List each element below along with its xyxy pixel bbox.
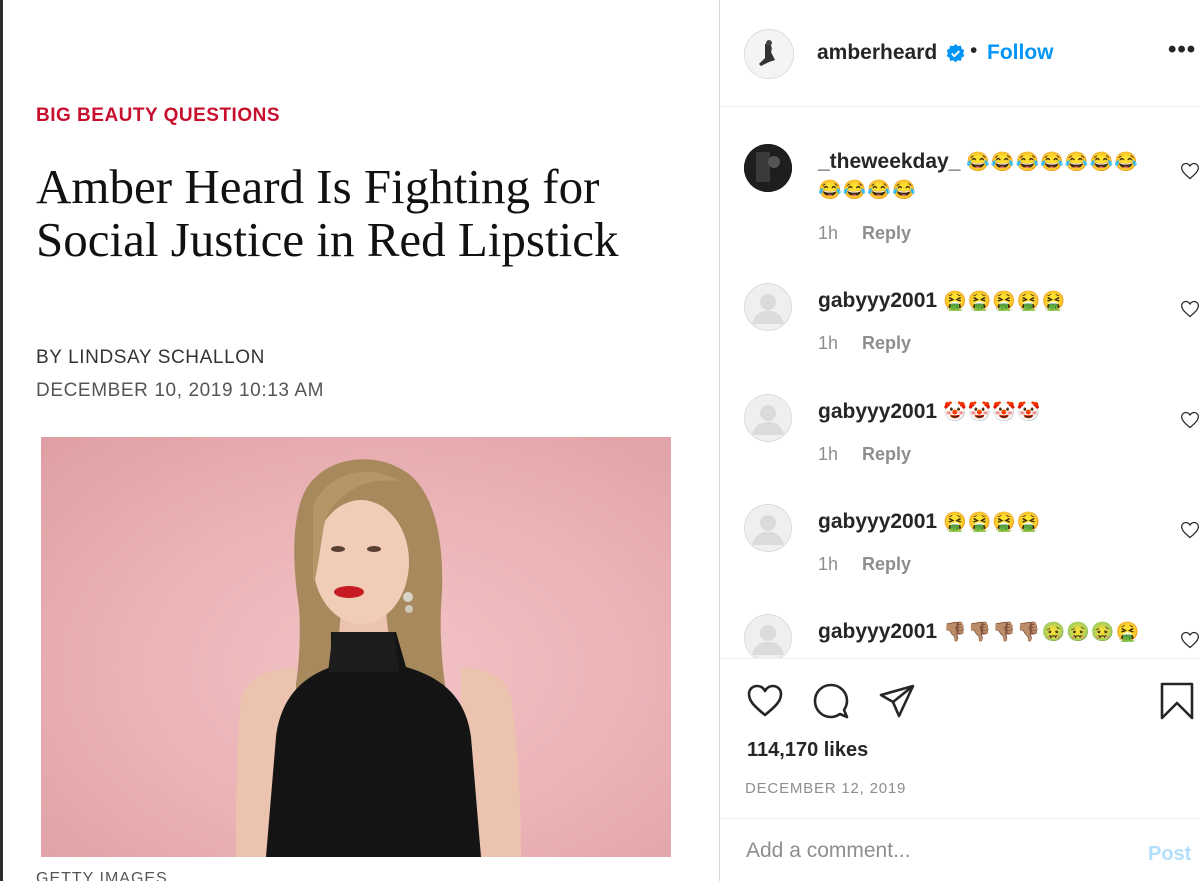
- comment-body: gabyyy2001 🤡🤡🤡🤡: [818, 398, 1148, 426]
- comment-body: gabyyy2001 🤮🤮🤮🤮🤮: [818, 287, 1148, 315]
- comment-text: 🤮🤮🤮🤮: [942, 512, 1042, 533]
- reply-button[interactable]: Reply: [862, 444, 911, 464]
- comment-text: 🤮🤮🤮🤮🤮: [942, 291, 1067, 312]
- post-comment-button[interactable]: Post: [1148, 843, 1191, 866]
- comment-like-heart-icon[interactable]: [1180, 630, 1200, 650]
- comment-composer: Post: [720, 818, 1200, 881]
- verified-badge-icon: [946, 44, 965, 63]
- comment-like-heart-icon[interactable]: [1180, 520, 1200, 540]
- comment-item: gabyyy2001 👎🏽👎🏽👎🏽👎🏽🤢🤢🤢🤮: [720, 614, 1200, 658]
- window-edge: [0, 0, 3, 881]
- comment-item: gabyyy2001 🤮🤮🤮🤮🤮 1h Reply: [720, 283, 1200, 393]
- comment-item: gabyyy2001 🤡🤡🤡🤡 1h Reply: [720, 394, 1200, 504]
- comment-username[interactable]: gabyyy2001: [818, 289, 937, 312]
- comment-text: 👎🏽👎🏽👎🏽👎🏽🤢🤢🤢🤮: [942, 622, 1141, 643]
- comment-meta: 1h Reply: [818, 333, 911, 354]
- reply-button[interactable]: Reply: [862, 333, 911, 353]
- add-comment-input[interactable]: [746, 839, 1126, 863]
- comment-time[interactable]: 1h: [818, 444, 838, 464]
- comment-time[interactable]: 1h: [818, 333, 838, 353]
- article-headline: Amber Heard Is Fighting for Social Justi…: [36, 159, 619, 267]
- comment-time[interactable]: 1h: [818, 554, 838, 574]
- comment-username[interactable]: _theweekday_: [818, 150, 960, 173]
- comment-body: gabyyy2001 🤮🤮🤮🤮: [818, 508, 1148, 536]
- comment-meta: 1h Reply: [818, 444, 911, 465]
- comment-like-heart-icon[interactable]: [1180, 299, 1200, 319]
- comment-item: gabyyy2001 🤮🤮🤮🤮 1h Reply: [720, 504, 1200, 614]
- comment-meta: 1h Reply: [818, 223, 911, 244]
- follow-button[interactable]: Follow: [987, 41, 1054, 65]
- comment-username[interactable]: gabyyy2001: [818, 620, 937, 643]
- article-byline: BY LINDSAY SCHALLON: [36, 347, 265, 368]
- comment-item: _theweekday_ 😂😂😂😂😂😂😂😂😂😂😂 1h Reply: [720, 144, 1200, 254]
- post-image: BIG BEAUTY QUESTIONS Amber Heard Is Figh…: [0, 0, 719, 881]
- comment-username[interactable]: gabyyy2001: [818, 400, 937, 423]
- photo-credit: GETTY IMAGES: [36, 870, 168, 881]
- comment-bubble-icon[interactable]: [811, 681, 851, 721]
- paper-plane-icon[interactable]: [877, 681, 917, 721]
- reply-button[interactable]: Reply: [862, 554, 911, 574]
- bookmark-icon[interactable]: [1157, 681, 1197, 721]
- default-avatar-icon: [745, 505, 791, 551]
- portrait-illustration: [236, 459, 521, 857]
- author-avatar-image: [745, 30, 793, 78]
- comment-body: _theweekday_ 😂😂😂😂😂😂😂😂😂😂😂: [818, 148, 1148, 204]
- default-avatar-icon: [745, 284, 791, 330]
- author-avatar[interactable]: [744, 29, 794, 79]
- article-date: DECEMBER 10, 2019 10:13 AM: [36, 380, 325, 401]
- reply-button[interactable]: Reply: [862, 223, 911, 243]
- post-header: amberheard • Follow •••: [720, 0, 1200, 107]
- post-actions: 114,170 likes DECEMBER 12, 2019: [720, 658, 1200, 808]
- comment-like-heart-icon[interactable]: [1180, 410, 1200, 430]
- article-photo: [41, 437, 671, 857]
- comment-text: 🤡🤡🤡🤡: [942, 402, 1042, 423]
- comment-meta: 1h Reply: [818, 554, 911, 575]
- author-username[interactable]: amberheard: [817, 41, 937, 65]
- more-options-button[interactable]: •••: [1168, 36, 1196, 64]
- post-side-panel: amberheard • Follow ••• _theweekday_ 😂😂😂…: [719, 0, 1200, 881]
- comment-body: gabyyy2001 👎🏽👎🏽👎🏽👎🏽🤢🤢🤢🤮: [818, 618, 1148, 646]
- comment-time[interactable]: 1h: [818, 223, 838, 243]
- comment-like-heart-icon[interactable]: [1180, 161, 1200, 181]
- default-avatar-icon: [745, 615, 791, 658]
- commenter-avatar[interactable]: [744, 144, 792, 192]
- commenter-avatar[interactable]: [744, 504, 792, 552]
- comments-list[interactable]: _theweekday_ 😂😂😂😂😂😂😂😂😂😂😂 1h Reply gabyyy…: [720, 108, 1200, 658]
- commenter-avatar[interactable]: [744, 614, 792, 658]
- default-avatar-icon: [745, 395, 791, 441]
- heart-icon[interactable]: [745, 681, 785, 721]
- comment-username[interactable]: gabyyy2001: [818, 510, 937, 533]
- commenter-avatar-image: [744, 144, 792, 192]
- likes-count[interactable]: 114,170 likes: [747, 739, 868, 762]
- post-date[interactable]: DECEMBER 12, 2019: [745, 780, 906, 797]
- header-separator: •: [970, 39, 978, 62]
- commenter-avatar[interactable]: [744, 394, 792, 442]
- article-kicker: BIG BEAUTY QUESTIONS: [36, 105, 281, 126]
- commenter-avatar[interactable]: [744, 283, 792, 331]
